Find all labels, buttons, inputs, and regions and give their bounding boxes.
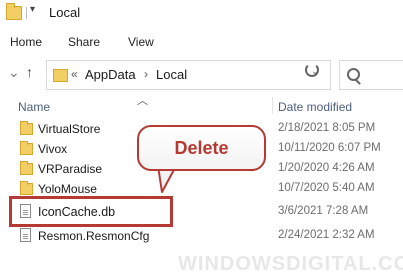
folder-icon	[20, 181, 33, 195]
callout-label: Delete	[174, 138, 229, 158]
file-name: Resmon.ResmonCfg	[38, 229, 150, 243]
up-arrow-icon[interactable]: ↑	[26, 64, 33, 80]
recent-locations-icon[interactable]: ⌄	[8, 64, 20, 81]
tab-share[interactable]: Share	[68, 35, 100, 49]
file-date: 2/24/2021 2:32 AM	[278, 229, 375, 241]
address-bar[interactable]: « AppData › Local ⌄	[46, 60, 331, 90]
folder-icon	[20, 121, 33, 135]
file-name: Vivox	[38, 142, 68, 156]
sort-ascending-icon: ︿	[137, 95, 148, 107]
file-date: 2/18/2021 8:05 PM	[278, 122, 376, 134]
tab-home[interactable]: Home	[10, 35, 42, 49]
title-bar: ▾ Local	[0, 0, 403, 27]
column-name[interactable]: Name	[18, 100, 50, 114]
list-item[interactable]: Resmon.ResmonCfg 2/24/2021 2:32 AM	[0, 227, 403, 246]
search-input[interactable]	[339, 60, 403, 90]
window-title: Local	[49, 5, 81, 20]
file-name: VirtualStore	[38, 122, 101, 136]
breadcrumb-separator[interactable]: ›	[144, 67, 148, 81]
config-file-icon	[20, 228, 31, 242]
title-divider	[26, 7, 27, 19]
file-date: 1/20/2020 4:26 AM	[278, 162, 375, 174]
quick-access-dropdown[interactable]: ▾	[30, 4, 35, 15]
folder-icon	[6, 3, 22, 20]
highlight-box	[9, 196, 173, 227]
tab-view[interactable]: View	[128, 35, 154, 49]
file-date: 3/6/2021 7:28 AM	[278, 205, 369, 217]
folder-icon	[20, 141, 33, 155]
callout-bubble: Delete	[137, 125, 266, 171]
overflow-chevron-icon[interactable]: «	[71, 67, 78, 81]
file-name: YoloMouse	[38, 182, 97, 196]
column-divider[interactable]	[272, 97, 273, 114]
file-date: 10/7/2020 5:40 AM	[278, 182, 375, 194]
breadcrumb-local[interactable]: Local	[156, 67, 187, 82]
column-headers: ︿ Name Date modified	[0, 94, 403, 116]
folder-icon	[53, 69, 68, 82]
file-name: VRParadise	[38, 162, 103, 176]
folder-icon	[20, 161, 33, 175]
ribbon-tabs: Home Share View	[0, 27, 403, 55]
breadcrumb-appdata[interactable]: AppData	[85, 67, 136, 82]
file-date: 10/11/2020 6:07 PM	[278, 142, 381, 154]
search-icon	[347, 68, 360, 81]
refresh-icon[interactable]	[305, 63, 319, 77]
watermark: WINDOWSDIGITAL.COM	[178, 253, 403, 275]
navigation-bar: ⌄ ↑ « AppData › Local ⌄	[0, 54, 403, 94]
column-date-modified[interactable]: Date modified	[278, 100, 352, 114]
